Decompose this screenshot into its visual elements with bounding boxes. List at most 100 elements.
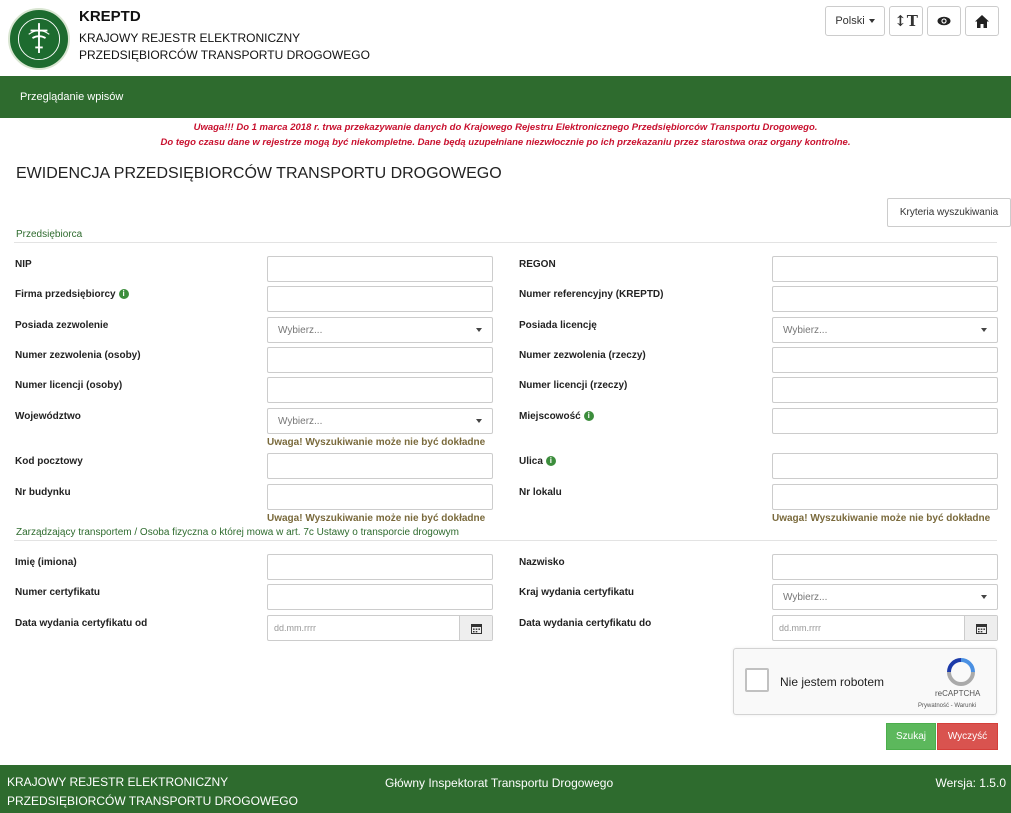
- chevron-down-icon: [981, 328, 987, 332]
- posiada-zezwolenie-select[interactable]: Wybierz...: [267, 317, 493, 343]
- main-navbar: Przeglądanie wpisów: [0, 76, 1011, 118]
- firma-label: Firma przedsiębiorcy i: [15, 289, 129, 300]
- numer-ref-label: Numer referencyjny (KREPTD): [519, 289, 664, 300]
- info-icon[interactable]: i: [545, 456, 556, 466]
- firma-input[interactable]: [267, 286, 493, 312]
- regon-label: REGON: [519, 259, 556, 270]
- nazwisko-input[interactable]: [772, 554, 998, 580]
- language-label: Polski: [835, 15, 865, 27]
- footer-register-name: KRAJOWY REJESTR ELEKTRONICZNY PRZEDSIĘBI…: [7, 773, 298, 811]
- nr-lokalu-input[interactable]: [772, 484, 998, 510]
- recaptcha-brand: reCAPTCHA: [935, 689, 981, 698]
- nr-licencji-osoby-label: Numer licencji (osoby): [15, 380, 123, 391]
- imie-input[interactable]: [267, 554, 493, 580]
- kraj-wydania-label: Kraj wydania certyfikatu: [519, 587, 635, 598]
- chevron-down-icon: [981, 595, 987, 599]
- section-divider: [14, 242, 997, 243]
- nip-label: NIP: [15, 259, 32, 270]
- data-od-input[interactable]: dd.mm.rrrr: [267, 615, 493, 641]
- data-transfer-notice: Uwaga!!! Do 1 marca 2018 r. trwa przekaz…: [0, 120, 1011, 150]
- recaptcha-icon: [947, 658, 975, 686]
- nr-zezwolenia-rzeczy-input[interactable]: [772, 347, 998, 373]
- calendar-icon[interactable]: [459, 616, 492, 640]
- home-icon: [975, 14, 989, 28]
- contrast-button[interactable]: [927, 6, 961, 36]
- ulica-input[interactable]: [772, 453, 998, 479]
- info-icon[interactable]: i: [583, 411, 594, 421]
- accuracy-warning: Uwaga! Wyszukiwanie może nie być dokładn…: [267, 513, 486, 524]
- chevron-down-icon: [476, 419, 482, 423]
- date-placeholder: dd.mm.rrrr: [274, 623, 316, 633]
- select-value: Wybierz...: [783, 591, 828, 603]
- nr-licencji-rzeczy-input[interactable]: [772, 377, 998, 403]
- nr-budynku-label: Nr budynku: [15, 487, 71, 498]
- nr-licencji-rzeczy-label: Numer licencji (rzeczy): [519, 380, 628, 391]
- footer-line1: KRAJOWY REJESTR ELEKTRONICZNY: [7, 775, 229, 789]
- regon-input[interactable]: [772, 256, 998, 282]
- nr-licencji-osoby-input[interactable]: [267, 377, 493, 403]
- app-subtitle-line1: KRAJOWY REJESTR ELEKTRONICZNY: [79, 31, 301, 45]
- posiada-licencje-select[interactable]: Wybierz...: [772, 317, 998, 343]
- page-title: EWIDENCJA PRZEDSIĘBIORCÓW TRANSPORTU DRO…: [16, 165, 502, 182]
- wojewodztwo-label: Województwo: [15, 411, 81, 422]
- nav-item-przegladanie[interactable]: Przeglądanie wpisów: [20, 91, 123, 103]
- posiada-licencje-label: Posiada licencję: [519, 320, 597, 331]
- nr-zezwolenia-rzeczy-label: Numer zezwolenia (rzeczy): [519, 350, 646, 361]
- app-subtitle-line2: PRZEDSIĘBIORCÓW TRANSPORTU DROGOWEGO: [79, 48, 370, 62]
- nr-budynku-input[interactable]: [267, 484, 493, 510]
- info-icon[interactable]: i: [118, 289, 129, 299]
- nr-certyfikatu-input[interactable]: [267, 584, 493, 610]
- miejscowosc-input[interactable]: [772, 408, 998, 434]
- nr-lokalu-label: Nr lokalu: [519, 487, 562, 498]
- select-value: Wybierz...: [278, 415, 323, 427]
- chevron-down-icon: [868, 19, 875, 23]
- nr-zezwolenia-osoby-input[interactable]: [267, 347, 493, 373]
- select-value: Wybierz...: [783, 324, 828, 336]
- notice-line2: Do tego czasu dane w rejestrze mogą być …: [160, 137, 851, 148]
- firma-label-text: Firma przedsiębiorcy: [15, 289, 116, 300]
- recaptcha-widget: Nie jestem robotem reCAPTCHA Prywatność …: [733, 648, 997, 715]
- kod-pocztowy-input[interactable]: [267, 453, 493, 479]
- footer-version: Wersja: 1.5.0: [935, 776, 1006, 790]
- footer-line2: PRZEDSIĘBIORCÓW TRANSPORTU DROGOWEGO: [7, 794, 298, 808]
- clear-button[interactable]: Wyczyść: [937, 723, 998, 750]
- section-title-zarzadzajacy: Zarządzający transportem / Osoba fizyczn…: [16, 527, 459, 538]
- eye-icon: [937, 16, 951, 26]
- wojewodztwo-select[interactable]: Wybierz...: [267, 408, 493, 434]
- text-size-icon: ↕T: [894, 12, 918, 30]
- header: KREPTD KRAJOWY REJESTR ELEKTRONICZNY PRZ…: [0, 0, 1011, 76]
- accuracy-warning: Uwaga! Wyszukiwanie może nie być dokładn…: [772, 513, 991, 524]
- itd-logo: [8, 8, 70, 70]
- miejscowosc-label-text: Miejscowość: [519, 411, 581, 422]
- nr-zezwolenia-osoby-label: Numer zezwolenia (osoby): [15, 350, 141, 361]
- language-dropdown[interactable]: Polski: [825, 6, 885, 36]
- home-button[interactable]: [965, 6, 999, 36]
- data-do-input[interactable]: dd.mm.rrrr: [772, 615, 998, 641]
- ulica-label-text: Ulica: [519, 456, 543, 467]
- chevron-down-icon: [476, 328, 482, 332]
- section-title-przedsiebiorca: Przedsiębiorca: [16, 229, 83, 240]
- nazwisko-label: Nazwisko: [519, 557, 565, 568]
- posiada-zezwolenie-label: Posiada zezwolenie: [15, 320, 109, 331]
- search-criteria-button[interactable]: Kryteria wyszukiwania: [887, 198, 1011, 227]
- numer-ref-input[interactable]: [772, 286, 998, 312]
- miejscowosc-label: Miejscowość i: [519, 411, 594, 422]
- calendar-icon[interactable]: [964, 616, 997, 640]
- font-size-button[interactable]: ↕T: [889, 6, 923, 36]
- select-value: Wybierz...: [278, 324, 323, 336]
- footer: KRAJOWY REJESTR ELEKTRONICZNY PRZEDSIĘBI…: [0, 765, 1011, 813]
- nip-input[interactable]: [267, 256, 493, 282]
- recaptcha-links[interactable]: Prywatność - Warunki: [918, 703, 976, 709]
- app-subtitle: KRAJOWY REJESTR ELEKTRONICZNY PRZEDSIĘBI…: [79, 30, 370, 64]
- recaptcha-checkbox[interactable]: [745, 668, 769, 692]
- imie-label: Imię (imiona): [15, 557, 77, 568]
- search-button[interactable]: Szukaj: [886, 723, 936, 750]
- kraj-wydania-select[interactable]: Wybierz...: [772, 584, 998, 610]
- notice-line1: Uwaga!!! Do 1 marca 2018 r. trwa przekaz…: [193, 122, 818, 133]
- data-do-label: Data wydania certyfikatu do: [519, 618, 652, 629]
- data-od-label: Data wydania certyfikatu od: [15, 618, 148, 629]
- kod-pocztowy-label: Kod pocztowy: [15, 456, 83, 467]
- ulica-label: Ulica i: [519, 456, 556, 467]
- recaptcha-label: Nie jestem robotem: [780, 675, 885, 689]
- app-title: KREPTD: [79, 8, 141, 25]
